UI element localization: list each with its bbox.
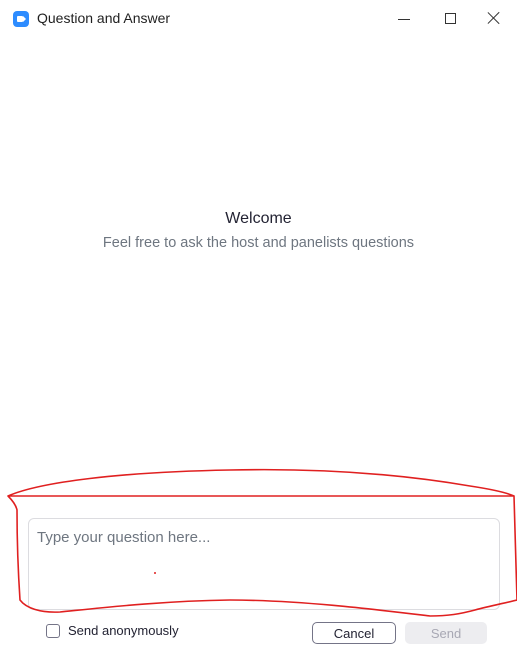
annotation-dot [154, 572, 156, 574]
maximize-icon [444, 12, 456, 24]
welcome-subtitle: Feel free to ask the host and panelists … [102, 235, 415, 251]
send-anonymously-toggle[interactable]: Send anonymously [46, 623, 179, 638]
title-bar: Question and Answer [0, 0, 517, 36]
zoom-camera-icon [13, 11, 29, 27]
checkbox-icon[interactable] [46, 623, 60, 638]
minimize-button[interactable] [381, 0, 427, 36]
close-button[interactable] [471, 0, 517, 36]
question-box[interactable] [28, 518, 500, 610]
window-title: Question and Answer [37, 10, 171, 26]
minimize-icon [398, 18, 410, 20]
cancel-button[interactable]: Cancel [312, 622, 396, 644]
qa-window: Question and Answer Welcome Feel free to… [0, 0, 517, 666]
close-icon [487, 11, 501, 25]
send-button[interactable]: Send [405, 622, 487, 644]
maximize-button[interactable] [427, 0, 473, 36]
send-anonymously-label: Send anonymously [68, 623, 179, 638]
question-input[interactable] [29, 519, 499, 609]
welcome-title: Welcome [225, 210, 292, 227]
welcome-section: Welcome Feel free to ask the host and pa… [0, 210, 517, 251]
